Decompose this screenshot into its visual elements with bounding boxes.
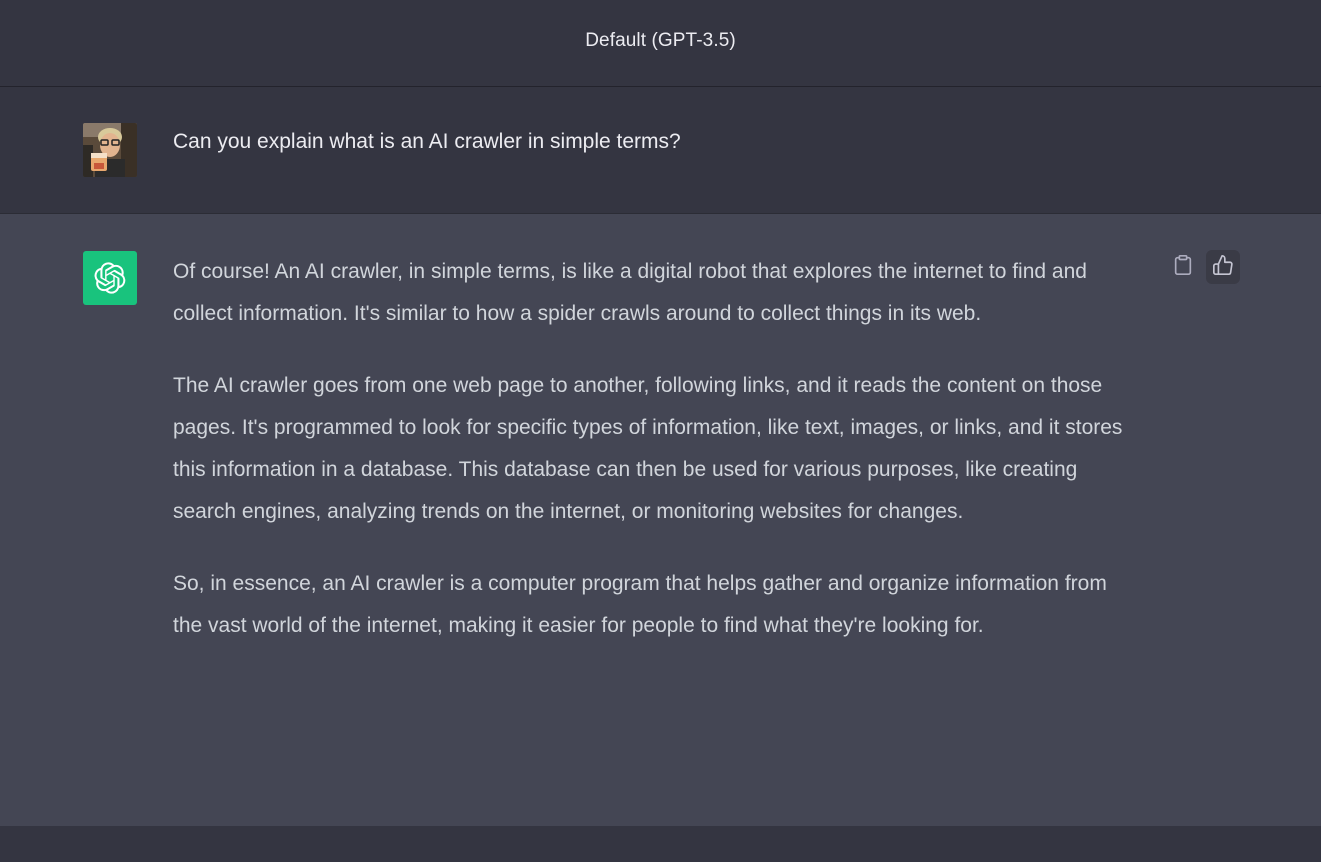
clipboard-icon (1172, 254, 1194, 281)
assistant-paragraph: So, in essence, an AI crawler is a compu… (173, 572, 1107, 637)
model-title[interactable]: Default (GPT-3.5) (585, 30, 736, 52)
openai-logo-icon (83, 251, 137, 305)
assistant-message-text: Of course! An AI crawler, in simple term… (173, 251, 1138, 647)
thumbs-up-icon (1212, 254, 1234, 281)
assistant-paragraph: Of course! An AI crawler, in simple term… (173, 260, 1087, 325)
bottom-strip (0, 826, 1321, 862)
thumbs-up-button[interactable] (1206, 250, 1240, 284)
assistant-paragraph: The AI crawler goes from one web page to… (173, 374, 1123, 523)
user-message-text: Can you explain what is an AI crawler in… (173, 130, 681, 153)
user-message-row: Can you explain what is an AI crawler in… (0, 87, 1321, 214)
chat-header: Default (GPT-3.5) (0, 0, 1321, 87)
copy-button[interactable] (1166, 250, 1200, 284)
user-avatar (83, 123, 137, 177)
message-actions (1166, 250, 1240, 284)
chat-page: Default (GPT-3.5) Can you explain what i… (0, 0, 1321, 862)
assistant-message-row: Of course! An AI crawler, in simple term… (0, 214, 1321, 826)
